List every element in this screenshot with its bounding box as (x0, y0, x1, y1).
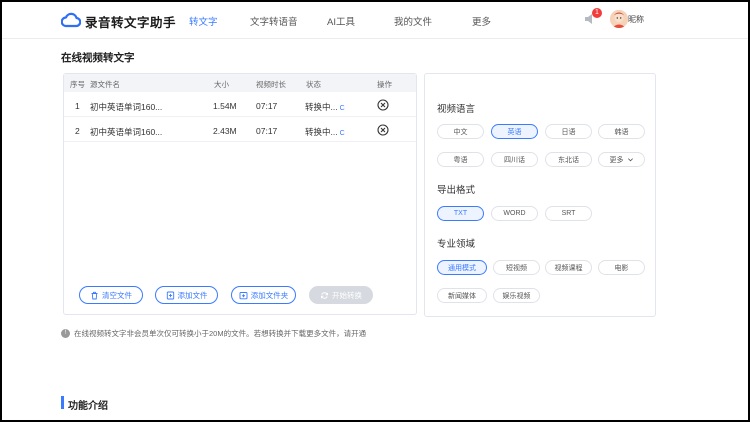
row-status: 转换中... C (305, 101, 345, 113)
col-duration: 视频时长 (256, 80, 286, 89)
user-avatar-icon (610, 10, 628, 28)
loading-icon: C (339, 130, 345, 137)
domain-option-news-media[interactable]: 新闻媒体 (437, 288, 487, 303)
start-convert-label: 开始转换 (332, 290, 362, 300)
page-title: 在线视频转文字 (61, 52, 135, 64)
nav-convert-text[interactable]: 转文字 (189, 14, 218, 28)
col-action: 操作 (377, 80, 392, 89)
avatar[interactable] (610, 10, 628, 28)
refresh-icon (320, 291, 329, 299)
row-size: 2.43M (213, 126, 237, 136)
chevron-down-icon (627, 158, 633, 162)
row-index: 2 (75, 126, 80, 136)
row-status-text: 转换中... (305, 127, 338, 137)
nav-more[interactable]: 更多 (472, 14, 491, 28)
member-limit-text: 在线视频转文字非会员单次仅可转换小于20M的文件。若想转换并下载更多文件，请开通 (74, 329, 367, 338)
add-folder-icon (239, 291, 248, 299)
row-file-name: 初中英语单词160... (90, 127, 163, 137)
col-index: 序号 (70, 80, 85, 89)
top-navigation: 录音转文字助手 转文字 文字转语音 AI工具 我的文件 更多 1 昵称 (2, 2, 748, 39)
table-row: 2 初中英语单词160... 2.43M 07:17 转换中... C (64, 118, 416, 142)
add-file-button[interactable]: 添加文件 (155, 286, 218, 304)
remove-circle-icon[interactable] (377, 99, 389, 111)
trash-icon (91, 291, 98, 299)
brand-title[interactable]: 录音转文字助手 (85, 12, 176, 31)
clear-files-button[interactable]: 清空文件 (79, 286, 143, 304)
nickname[interactable]: 昵称 (628, 14, 644, 25)
language-option-sichuanese[interactable]: 四川话 (491, 152, 538, 167)
language-option-northeastern[interactable]: 东北话 (545, 152, 592, 167)
clear-files-label: 清空文件 (102, 290, 132, 300)
row-index: 1 (75, 101, 80, 111)
start-convert-button[interactable]: 开始转换 (309, 286, 373, 304)
domain-option-video-course[interactable]: 视频课程 (545, 260, 592, 275)
domain-option-entertainment[interactable]: 娱乐视频 (493, 288, 540, 303)
add-folder-button[interactable]: 添加文件夹 (231, 286, 296, 304)
row-status: 转换中... C (305, 126, 345, 138)
remove-circle-icon[interactable] (377, 124, 389, 136)
language-option-chinese[interactable]: 中文 (437, 124, 484, 139)
language-option-english[interactable]: 英语 (491, 124, 538, 139)
export-format-title: 导出格式 (437, 185, 476, 196)
col-size: 大小 (214, 80, 229, 89)
cloud-logo-icon (61, 12, 81, 28)
domain-option-short-video[interactable]: 短视频 (493, 260, 540, 275)
language-option-more[interactable]: 更多 (598, 152, 645, 167)
domain-title: 专业领域 (437, 239, 476, 250)
options-panel: 视频语言 中文 英语 日语 韩语 粤语 四川话 东北话 更多 导出格式 TXT … (424, 73, 656, 317)
notification-badge: 1 (592, 8, 602, 18)
feature-section-title: 功能介绍 (68, 401, 108, 412)
add-file-label: 添加文件 (177, 290, 208, 300)
language-option-cantonese[interactable]: 粤语 (437, 152, 484, 167)
row-status-text: 转换中... (305, 102, 338, 112)
language-option-korean[interactable]: 韩语 (598, 124, 645, 139)
row-size: 1.54M (213, 101, 237, 111)
table-header: 序号 源文件名 大小 视频时长 状态 操作 (64, 74, 416, 92)
col-status: 状态 (306, 80, 321, 89)
member-limit-note: ! 在线视频转文字非会员单次仅可转换小于20M的文件。若想转换并下载更多文件，请… (61, 328, 366, 339)
section-accent-bar (61, 396, 64, 409)
language-option-japanese[interactable]: 日语 (545, 124, 592, 139)
row-duration: 07:17 (256, 126, 278, 136)
nav-text-to-speech[interactable]: 文字转语音 (250, 14, 298, 28)
domain-option-movie[interactable]: 电影 (598, 260, 645, 275)
loading-icon: C (339, 105, 345, 112)
row-duration: 07:17 (256, 101, 278, 111)
col-name: 源文件名 (90, 80, 120, 89)
row-file-name: 初中英语单词160... (90, 102, 163, 112)
add-folder-label: 添加文件夹 (250, 290, 289, 300)
add-file-icon (166, 291, 174, 299)
nav-my-files[interactable]: 我的文件 (394, 14, 432, 28)
file-list-panel: 序号 源文件名 大小 视频时长 状态 操作 1 初中英语单词160... 1.5… (63, 73, 417, 315)
app-window: 录音转文字助手 转文字 文字转语音 AI工具 我的文件 更多 1 昵称 在线视频… (2, 2, 748, 420)
domain-option-general[interactable]: 通用模式 (437, 260, 487, 275)
more-label: 更多 (609, 156, 624, 164)
info-icon: ! (61, 329, 70, 338)
format-option-word[interactable]: WORD (491, 206, 538, 221)
video-language-title: 视频语言 (437, 104, 476, 115)
nav-ai-tools[interactable]: AI工具 (327, 14, 355, 28)
format-option-srt[interactable]: SRT (545, 206, 592, 221)
format-option-txt[interactable]: TXT (437, 206, 484, 221)
table-row: 1 初中英语单词160... 1.54M 07:17 转换中... C (64, 93, 416, 117)
